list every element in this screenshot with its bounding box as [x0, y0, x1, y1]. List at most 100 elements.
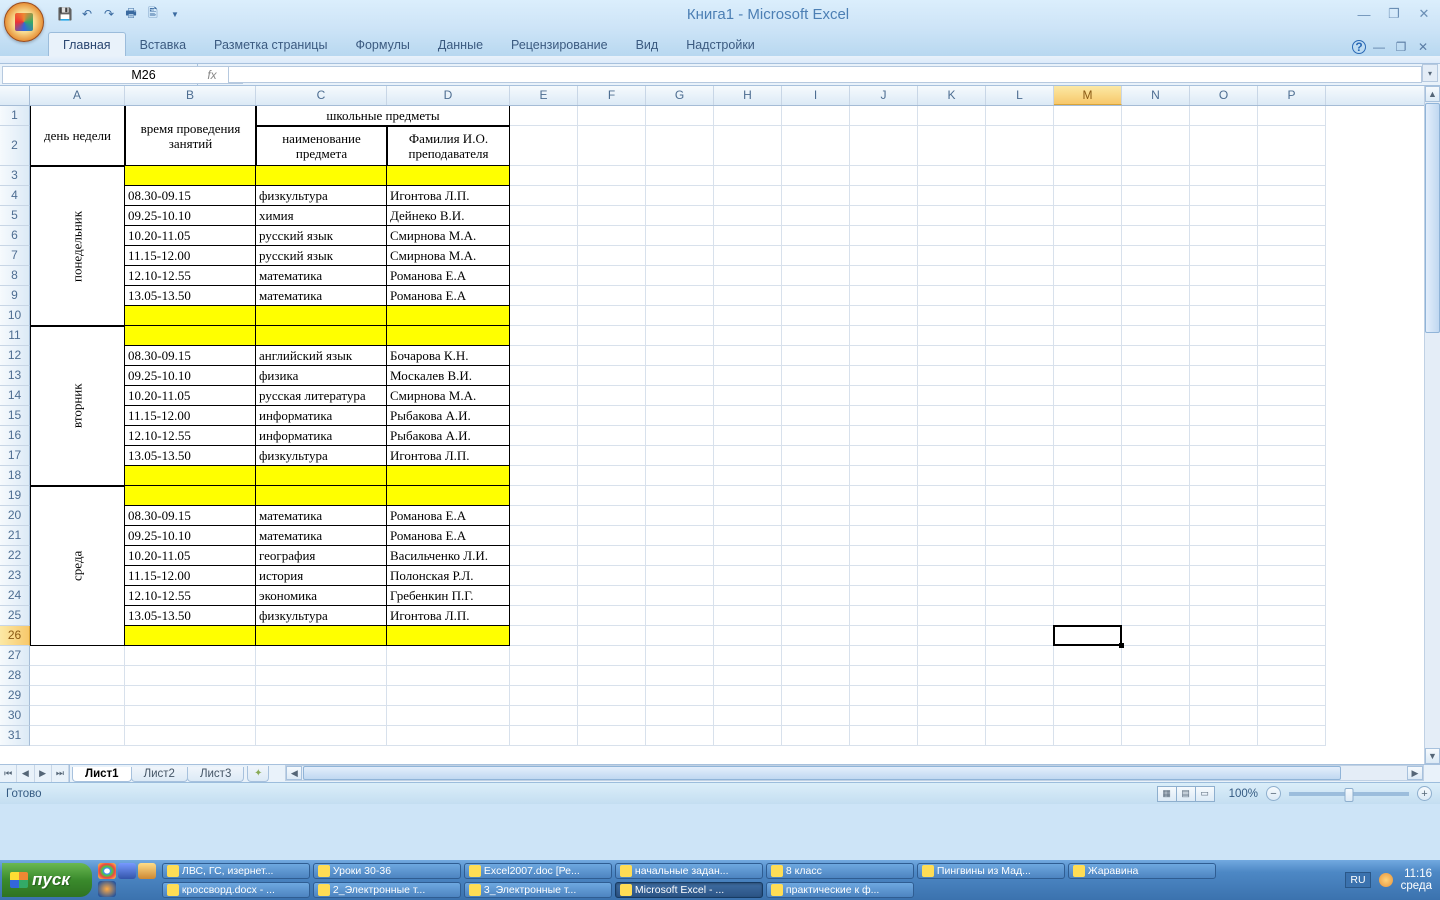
close-button[interactable]: ✕: [1412, 5, 1436, 23]
cell[interactable]: [1258, 286, 1326, 306]
col-header-F[interactable]: F: [578, 86, 646, 105]
cell[interactable]: [125, 466, 256, 486]
cell[interactable]: [1190, 286, 1258, 306]
undo-icon[interactable]: ↶: [78, 5, 96, 23]
cell[interactable]: [782, 566, 850, 586]
tab-review[interactable]: Рецензирование: [497, 33, 622, 56]
cell[interactable]: [918, 306, 986, 326]
cell[interactable]: [510, 446, 578, 466]
cell[interactable]: [125, 326, 256, 346]
cell[interactable]: [782, 406, 850, 426]
cell[interactable]: [1190, 206, 1258, 226]
cell-B1[interactable]: время проведения занятий: [125, 106, 256, 166]
cell-A1[interactable]: день недели: [30, 106, 125, 166]
cell[interactable]: [578, 586, 646, 606]
cell[interactable]: [918, 366, 986, 386]
cell[interactable]: [714, 486, 782, 506]
cell[interactable]: [1054, 286, 1122, 306]
cell[interactable]: [986, 666, 1054, 686]
cell[interactable]: Бочарова К.Н.: [387, 346, 510, 366]
cell[interactable]: [646, 306, 714, 326]
cell[interactable]: [714, 346, 782, 366]
cell[interactable]: Смирнова М.А.: [387, 246, 510, 266]
cell[interactable]: Москалев В.И.: [387, 366, 510, 386]
cell[interactable]: [578, 526, 646, 546]
cell[interactable]: [782, 206, 850, 226]
cell[interactable]: [1054, 446, 1122, 466]
cell[interactable]: [1122, 106, 1190, 126]
cell[interactable]: [1258, 546, 1326, 566]
cell[interactable]: Романова Е.А: [387, 506, 510, 526]
sheet-nav-last-icon[interactable]: ⏭: [52, 765, 69, 782]
cell[interactable]: [256, 486, 387, 506]
col-header-P[interactable]: P: [1258, 86, 1326, 105]
cell[interactable]: [714, 286, 782, 306]
cell[interactable]: [1258, 106, 1326, 126]
cell[interactable]: [1258, 666, 1326, 686]
cell[interactable]: [578, 486, 646, 506]
cell[interactable]: [646, 186, 714, 206]
cell[interactable]: [578, 286, 646, 306]
cell[interactable]: [714, 546, 782, 566]
cell[interactable]: [578, 346, 646, 366]
sheet-nav-next-icon[interactable]: ▶: [35, 765, 52, 782]
cell[interactable]: [714, 126, 782, 166]
cell[interactable]: [850, 666, 918, 686]
cell[interactable]: информатика: [256, 426, 387, 446]
col-header-A[interactable]: A: [30, 86, 125, 105]
cell[interactable]: [918, 586, 986, 606]
cell[interactable]: [1258, 686, 1326, 706]
row-header-17[interactable]: 17: [0, 446, 30, 466]
cell[interactable]: [850, 266, 918, 286]
doc-minimize-button[interactable]: —: [1370, 38, 1388, 56]
cell[interactable]: [510, 126, 578, 166]
row-header-9[interactable]: 9: [0, 286, 30, 306]
cell[interactable]: [510, 726, 578, 746]
cell[interactable]: [387, 486, 510, 506]
taskbar-item[interactable]: практические к ф...: [766, 882, 914, 898]
row-header-15[interactable]: 15: [0, 406, 30, 426]
cell[interactable]: [510, 506, 578, 526]
cell[interactable]: [256, 726, 387, 746]
row-header-25[interactable]: 25: [0, 606, 30, 626]
cell[interactable]: [510, 586, 578, 606]
cell[interactable]: [578, 426, 646, 446]
cell[interactable]: [918, 686, 986, 706]
horizontal-scrollbar[interactable]: ◀ ▶: [285, 765, 1424, 781]
cell[interactable]: [1258, 426, 1326, 446]
cell[interactable]: [850, 306, 918, 326]
cell[interactable]: математика: [256, 506, 387, 526]
cell[interactable]: [578, 366, 646, 386]
cell[interactable]: [30, 646, 125, 666]
cell[interactable]: [714, 186, 782, 206]
cell[interactable]: [510, 526, 578, 546]
cell[interactable]: [646, 606, 714, 626]
cell[interactable]: [646, 426, 714, 446]
cell[interactable]: [510, 106, 578, 126]
cell[interactable]: [1190, 546, 1258, 566]
cell[interactable]: Рыбакова А.И.: [387, 406, 510, 426]
cell[interactable]: [1122, 486, 1190, 506]
cell[interactable]: [850, 706, 918, 726]
cell[interactable]: [1122, 346, 1190, 366]
cell[interactable]: [782, 466, 850, 486]
col-header-B[interactable]: B: [125, 86, 256, 105]
cell[interactable]: [850, 566, 918, 586]
cell[interactable]: [1190, 646, 1258, 666]
cell[interactable]: [646, 226, 714, 246]
cell[interactable]: [714, 706, 782, 726]
cell[interactable]: история: [256, 566, 387, 586]
cell[interactable]: [986, 346, 1054, 366]
cell[interactable]: [256, 166, 387, 186]
cell[interactable]: [1054, 506, 1122, 526]
cell[interactable]: 09.25-10.10: [125, 526, 256, 546]
cell[interactable]: [510, 306, 578, 326]
cell[interactable]: [1190, 566, 1258, 586]
cell[interactable]: [1122, 226, 1190, 246]
ql-show-desktop-icon[interactable]: [118, 863, 136, 879]
cell[interactable]: [387, 466, 510, 486]
qat-dropdown-icon[interactable]: ▼: [166, 5, 184, 23]
cell[interactable]: [1258, 646, 1326, 666]
hscroll-thumb[interactable]: [303, 766, 1341, 780]
cell[interactable]: английский язык: [256, 346, 387, 366]
